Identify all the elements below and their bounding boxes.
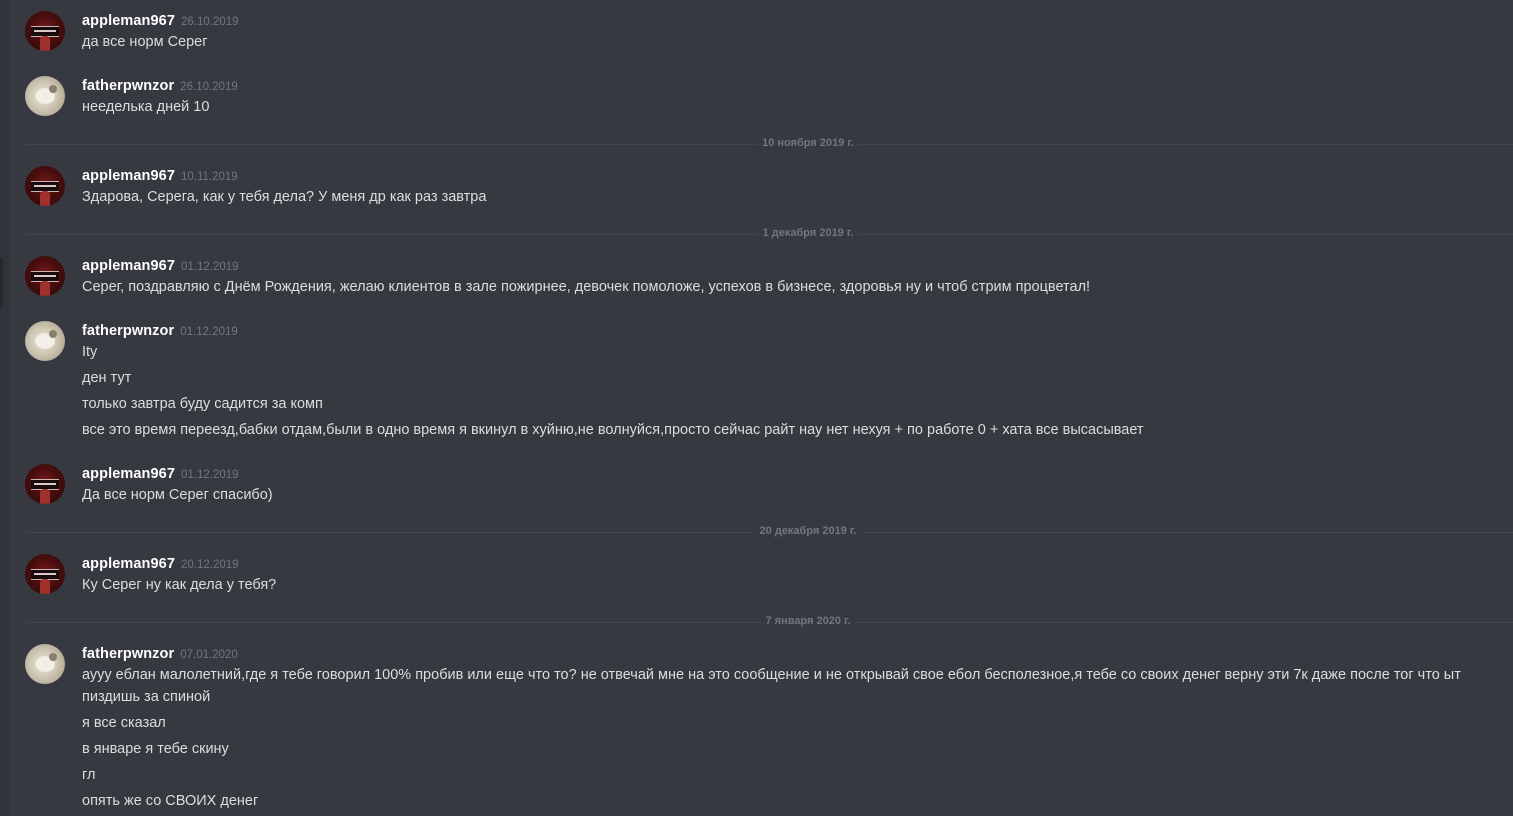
username[interactable]: fatherpwnzor [82, 323, 174, 339]
pet-ear-icon [49, 653, 57, 661]
message-text: опять же со СВОИХ денег [82, 793, 259, 809]
message-header: appleman967 26.10.2019 [82, 10, 239, 32]
message-header: appleman967 20.12.2019 [82, 553, 239, 575]
timestamp[interactable]: 26.10.2019 [180, 81, 238, 93]
message-text: я все сказал [82, 715, 166, 731]
scrollbar-thumb[interactable] [0, 258, 3, 308]
date-divider: 20 декабря 2019 г. [26, 525, 1513, 537]
username[interactable]: appleman967 [82, 13, 175, 29]
avatar[interactable] [25, 644, 65, 684]
figure-icon [40, 281, 50, 296]
timestamp[interactable]: 20.12.2019 [181, 559, 239, 571]
date-divider: 10 ноября 2019 г. [26, 137, 1513, 149]
timestamp[interactable]: 10.11.2019 [181, 171, 238, 183]
username[interactable]: fatherpwnzor [82, 646, 174, 662]
message-header: appleman967 01.12.2019 [82, 255, 239, 277]
date-divider-label: 10 ноября 2019 г. [758, 137, 858, 149]
figure-icon [40, 191, 50, 206]
message-text: Здарова, Серега, как у тебя дела? У меня… [82, 189, 487, 205]
avatar[interactable] [25, 464, 65, 504]
username[interactable]: appleman967 [82, 466, 175, 482]
date-divider: 7 января 2020 г. [26, 615, 1513, 627]
figure-icon [40, 36, 50, 51]
message-text: Ity [82, 344, 98, 360]
timestamp[interactable]: 01.12.2019 [181, 469, 239, 481]
message-text: в январе я тебе скину [82, 741, 229, 757]
message-text: нееделька дней 10 [82, 99, 210, 115]
pet-ear-icon [49, 85, 57, 93]
avatar[interactable] [25, 166, 65, 206]
message-text: все это время переезд,бабки отдам,были в… [82, 422, 1144, 438]
date-divider-label: 20 декабря 2019 г. [755, 525, 861, 537]
message-header: fatherpwnzor 07.01.2020 [82, 643, 238, 665]
avatar[interactable] [25, 11, 65, 51]
username[interactable]: appleman967 [82, 258, 175, 274]
avatar[interactable] [25, 321, 65, 361]
figure-icon [40, 489, 50, 504]
chat-messages-area: appleman967 26.10.2019 да все норм Серег … [0, 0, 1513, 816]
avatar[interactable] [25, 76, 65, 116]
message-text: гл [82, 767, 96, 783]
figure-icon [40, 579, 50, 594]
message-header: fatherpwnzor 01.12.2019 [82, 320, 238, 342]
message-text: аууу еблан малолетний,где я тебе говорил… [82, 667, 1461, 705]
username[interactable]: appleman967 [82, 168, 175, 184]
message-text: ден тут [82, 370, 132, 386]
message-text: Да все норм Серег спасибо) [82, 487, 273, 503]
message-header: fatherpwnzor 26.10.2019 [82, 75, 238, 97]
message-text: да все норм Серег [82, 34, 208, 50]
username[interactable]: fatherpwnzor [82, 78, 174, 94]
timestamp[interactable]: 01.12.2019 [180, 326, 238, 338]
timestamp[interactable]: 26.10.2019 [181, 16, 239, 28]
message-text: только завтра буду садится за комп [82, 396, 323, 412]
date-divider-label: 7 января 2020 г. [761, 615, 855, 627]
date-divider: 1 декабря 2019 г. [26, 227, 1513, 239]
message-header: appleman967 10.11.2019 [82, 165, 238, 187]
timestamp[interactable]: 07.01.2020 [180, 649, 238, 661]
pet-ear-icon [49, 330, 57, 338]
avatar[interactable] [25, 554, 65, 594]
message-text: Ку Серег ну как дела у тебя? [82, 577, 277, 593]
date-divider-label: 1 декабря 2019 г. [758, 227, 858, 239]
username[interactable]: appleman967 [82, 556, 175, 572]
left-gutter [0, 0, 9, 816]
timestamp[interactable]: 01.12.2019 [181, 261, 239, 273]
message-text: Серег, поздравляю с Днём Рождения, желаю… [82, 279, 1091, 295]
avatar[interactable] [25, 256, 65, 296]
message-header: appleman967 01.12.2019 [82, 463, 239, 485]
